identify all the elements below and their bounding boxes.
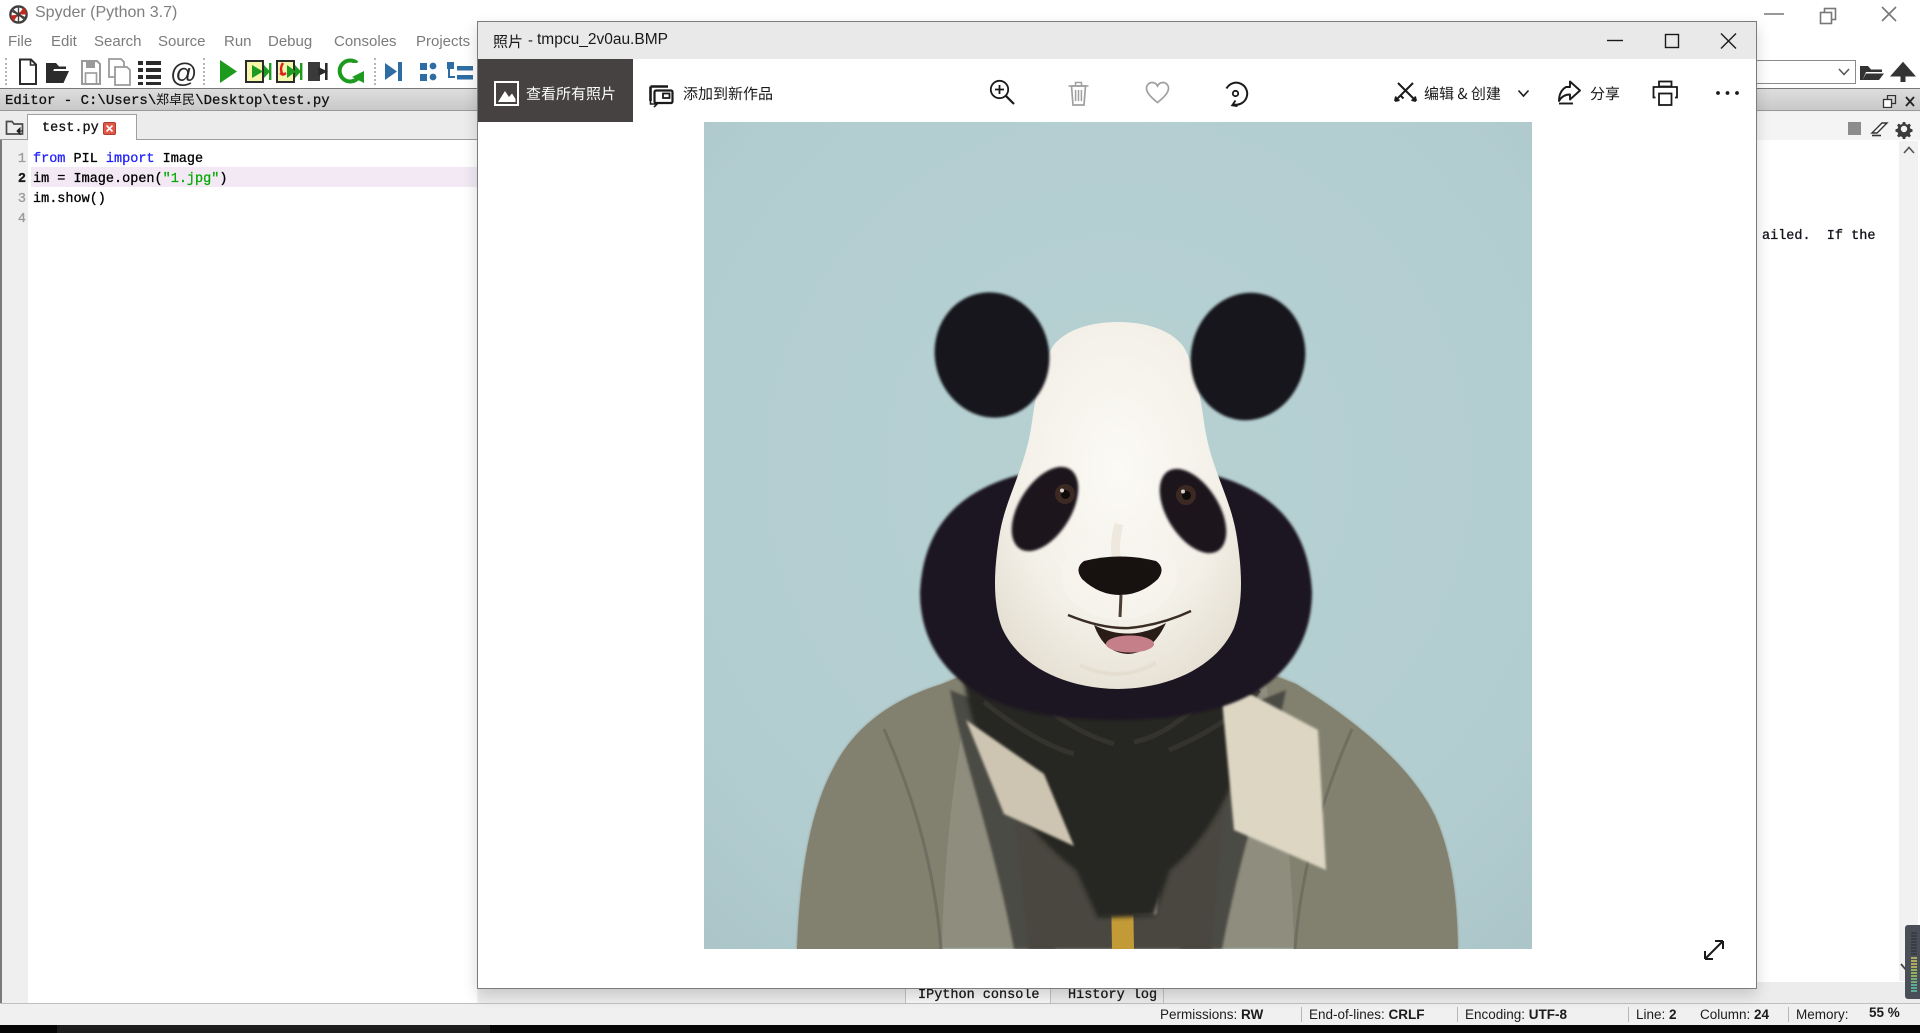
svg-text:@: @ <box>170 58 197 88</box>
